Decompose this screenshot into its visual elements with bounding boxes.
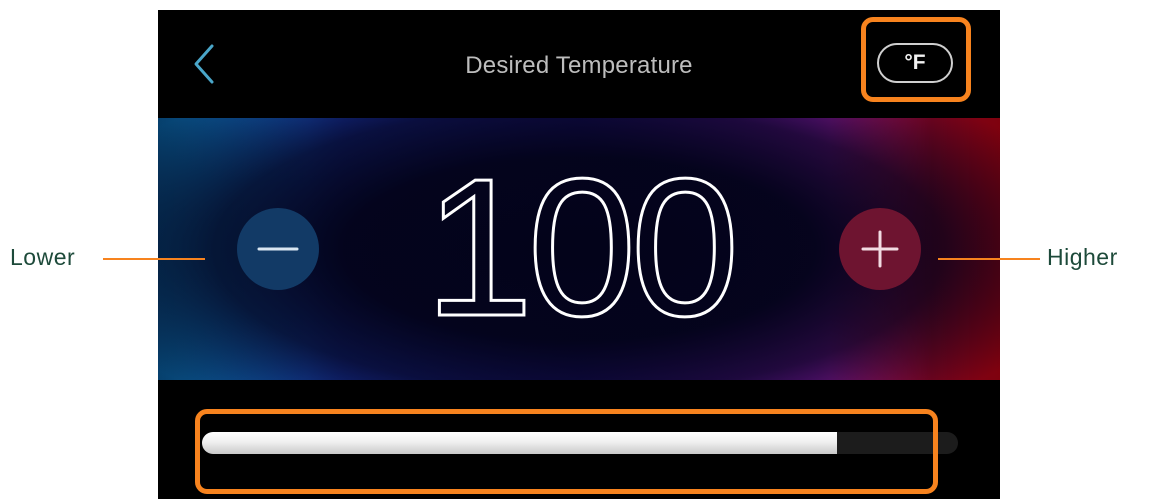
slider-fill <box>202 432 838 454</box>
page-title: Desired Temperature <box>465 52 693 79</box>
minus-icon <box>257 247 299 251</box>
header-bar: Desired Temperature °F <box>158 10 1000 118</box>
lower-callout-line <box>103 258 205 260</box>
screenshot-canvas: Desired Temperature °F 100 Lower Higher <box>0 0 1149 499</box>
raise-temperature-button[interactable] <box>839 208 921 290</box>
temperature-slider[interactable] <box>202 432 958 454</box>
lower-callout-label: Lower <box>10 244 76 270</box>
setpoint-value: 100 <box>423 138 741 357</box>
thermostat-screen: Desired Temperature °F 100 <box>158 10 1000 499</box>
higher-callout-line <box>938 258 1040 260</box>
higher-callout-label: Higher <box>1047 244 1118 270</box>
lower-temperature-button[interactable] <box>237 208 319 290</box>
setpoint-panel: 100 <box>158 118 1000 380</box>
unit-toggle-button[interactable]: °F <box>877 43 953 83</box>
plus-icon <box>861 230 899 268</box>
